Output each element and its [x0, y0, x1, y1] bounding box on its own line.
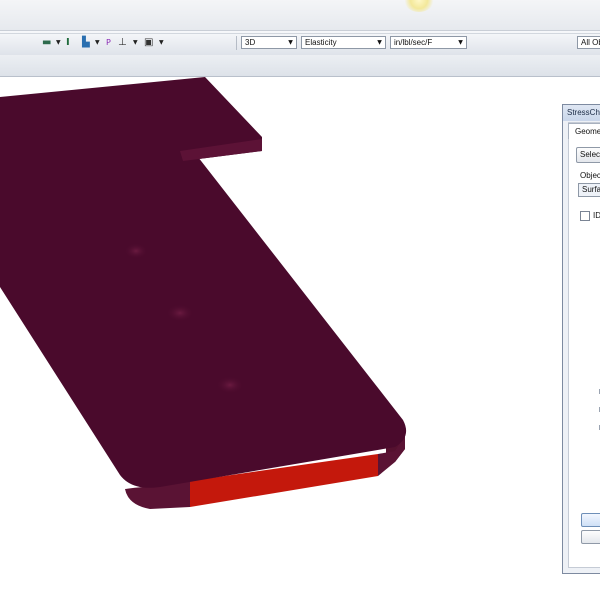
id-checkbox[interactable] [580, 211, 590, 221]
chevron-down-icon[interactable]: ▼ [374, 37, 385, 48]
id-checkbox-label: ID [593, 211, 600, 220]
object-type-select[interactable]: Surfa [578, 183, 600, 197]
chevron-down-icon[interactable]: ▼ [285, 37, 296, 48]
view-mode-select[interactable]: 3D ▼ [241, 36, 297, 49]
model-viewport[interactable] [0, 77, 600, 600]
display-type-select[interactable]: Elasticity ▼ [301, 36, 386, 49]
toolbar-separator [236, 36, 237, 50]
apply-button[interactable] [581, 513, 600, 527]
i-beam-icon[interactable]: I [66, 38, 70, 48]
p-load-icon[interactable]: P [106, 38, 111, 48]
chevron-down-icon[interactable]: ▼ [95, 39, 100, 46]
stress-check-dialog: StressChe Geome Selec Objec Surfa ID [562, 104, 600, 574]
main-toolbar: ▬ ▼ I ▙ ▼ P ⊥ ▼ ▣ ▼ 3D ▼ Elasticity ▼ in… [0, 30, 600, 56]
beam-icon[interactable]: ▬ [42, 38, 51, 48]
member-icon[interactable]: ▙ [82, 38, 90, 48]
filter-value: All Ob [581, 38, 600, 47]
dialog-title: StressChe [563, 105, 600, 121]
hole-mark [216, 376, 244, 394]
secondary-toolbar [0, 55, 600, 77]
node-icon[interactable]: ▣ [144, 38, 153, 48]
hole-mark [166, 304, 194, 322]
window-title-bar [0, 0, 600, 30]
support-icon[interactable]: ⊥ [118, 38, 127, 48]
select-button[interactable]: Selec [576, 147, 600, 163]
toolbar-divider [0, 33, 600, 34]
filter-select[interactable]: All Ob [577, 36, 600, 49]
chevron-down-icon[interactable]: ▼ [56, 39, 61, 46]
close-button[interactable] [581, 530, 600, 544]
view-mode-value: 3D [245, 38, 256, 47]
display-type-value: Elasticity [305, 38, 337, 47]
units-select[interactable]: in/lbl/sec/F ▼ [390, 36, 467, 49]
chevron-down-icon[interactable]: ▼ [455, 37, 466, 48]
plate-top-face [0, 77, 407, 488]
plate-model[interactable] [0, 77, 600, 600]
object-label: Objec [580, 171, 600, 180]
tab-geometry[interactable]: Geome [568, 123, 600, 139]
units-value: in/lbl/sec/F [394, 38, 433, 47]
hole-mark [124, 243, 148, 259]
chevron-down-icon[interactable]: ▼ [159, 39, 164, 46]
chevron-down-icon[interactable]: ▼ [133, 39, 138, 46]
